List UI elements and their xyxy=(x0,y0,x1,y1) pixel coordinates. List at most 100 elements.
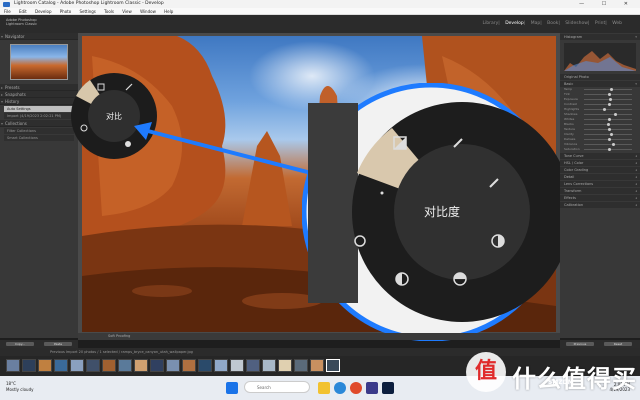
menu-photo[interactable]: Photo xyxy=(60,9,71,14)
collections-header[interactable]: ▾ Collections xyxy=(0,120,78,127)
filmstrip-thumbnail[interactable] xyxy=(278,359,292,372)
app-icon[interactable] xyxy=(366,382,378,394)
snapshots-header[interactable]: ▸ Snapshots xyxy=(0,91,78,98)
taskbar-search[interactable]: Search xyxy=(244,381,310,393)
navigator-header[interactable]: ▾ Navigator xyxy=(0,33,78,40)
lens-corrections-header[interactable]: Lens Corrections ◂ xyxy=(560,181,640,187)
module-library[interactable]: Library xyxy=(483,21,499,26)
slider-knob[interactable] xyxy=(607,123,611,126)
menu-develop[interactable]: Develop xyxy=(35,9,51,14)
radial-menu-zoomed[interactable]: 对比度 xyxy=(302,83,560,341)
presets-header[interactable]: ▸ Presets xyxy=(0,84,78,91)
original-photo-label: Original Photo xyxy=(560,74,640,80)
module-print[interactable]: Print xyxy=(595,21,605,26)
detail-header[interactable]: Detail ◂ xyxy=(560,174,640,180)
slider-knob[interactable] xyxy=(610,133,614,136)
filmstrip-thumbnail[interactable] xyxy=(326,359,340,372)
filmstrip-thumbnail[interactable] xyxy=(294,359,308,372)
slider-knob[interactable] xyxy=(608,148,611,151)
slider-knob[interactable] xyxy=(603,108,607,111)
filmstrip-thumbnail[interactable] xyxy=(198,359,212,372)
filmstrip-thumbnail[interactable] xyxy=(262,359,276,372)
collection-item[interactable]: Smart Collections xyxy=(4,135,74,141)
chrome-icon[interactable] xyxy=(350,382,362,394)
filmstrip-thumbnail[interactable] xyxy=(214,359,228,372)
filmstrip-thumbnail[interactable] xyxy=(230,359,244,372)
slider-knob[interactable] xyxy=(608,98,612,101)
filmstrip-thumbnail[interactable] xyxy=(70,359,84,372)
slider-knob[interactable] xyxy=(608,118,611,121)
lightroom-taskbar-icon[interactable] xyxy=(382,382,394,394)
filmstrip-thumbnail[interactable] xyxy=(118,359,132,372)
slider-knob[interactable] xyxy=(610,88,614,91)
module-web[interactable]: Web xyxy=(612,21,622,26)
history-item[interactable]: Import (4/19/2023 2:02:21 PM) xyxy=(4,113,74,119)
copy-button[interactable]: Copy... xyxy=(6,342,34,346)
filmstrip-thumbnail[interactable] xyxy=(38,359,52,372)
menu-settings[interactable]: Settings xyxy=(79,9,95,14)
filmstrip-thumbnail[interactable] xyxy=(102,359,116,372)
filmstrip-thumbnail[interactable] xyxy=(6,359,20,372)
window-title: Lightroom Catalog - Adobe Photoshop Ligh… xyxy=(14,1,164,6)
filmstrip-thumbnail[interactable] xyxy=(182,359,196,372)
filmstrip-thumbnail[interactable] xyxy=(54,359,68,372)
window-controls[interactable]: — ☐ ✕ xyxy=(579,0,636,8)
collection-item[interactable]: Filter Collections xyxy=(4,128,74,134)
slider-knob[interactable] xyxy=(611,143,615,146)
navigator-preview[interactable] xyxy=(10,44,68,80)
calibration-header[interactable]: Calibration ◂ xyxy=(560,202,640,208)
filmstrip-thumbnail[interactable] xyxy=(22,359,36,372)
slider-track[interactable] xyxy=(584,134,632,135)
history-item[interactable]: Auto Settings xyxy=(4,106,74,112)
filmstrip-thumbnail[interactable] xyxy=(246,359,260,372)
filmstrip-thumbnail[interactable] xyxy=(310,359,324,372)
filmstrip-thumbnail[interactable] xyxy=(86,359,100,372)
file-explorer-icon[interactable] xyxy=(318,382,330,394)
slider-track[interactable] xyxy=(584,114,632,115)
hsl-header[interactable]: HSL / Color ◂ xyxy=(560,160,640,166)
identity-line-2: Lightroom Classic xyxy=(6,22,38,26)
slider-row[interactable]: Saturation xyxy=(564,147,636,152)
color-grading-header[interactable]: Color Grading ◂ xyxy=(560,167,640,173)
transform-header[interactable]: Transform ◂ xyxy=(560,188,640,194)
menu-help[interactable]: Help xyxy=(164,9,173,14)
menu-edit[interactable]: Edit xyxy=(19,9,27,14)
menu-file[interactable]: File xyxy=(4,9,11,14)
slider-knob[interactable] xyxy=(608,103,611,106)
weather-widget[interactable]: 18°C Mostly cloudy xyxy=(6,381,34,393)
menu-tools[interactable]: Tools xyxy=(104,9,114,14)
histogram-header[interactable]: Histogram ▾ xyxy=(560,34,640,40)
soft-proofing-label[interactable]: Soft Proofing xyxy=(108,334,130,338)
slider-track[interactable] xyxy=(584,144,632,145)
slider-track[interactable] xyxy=(584,109,632,110)
previous-button[interactable]: Previous xyxy=(566,342,594,346)
slider-knob[interactable] xyxy=(608,128,611,131)
slider-track[interactable] xyxy=(584,89,632,90)
module-slideshow[interactable]: Slideshow xyxy=(565,21,588,26)
module-develop[interactable]: Develop xyxy=(505,21,524,26)
slider-knob[interactable] xyxy=(608,93,611,96)
slider-knob[interactable] xyxy=(613,113,617,116)
module-map[interactable]: Map xyxy=(531,21,541,26)
filmstrip-thumbnail[interactable] xyxy=(134,359,148,372)
edge-icon[interactable] xyxy=(334,382,346,394)
filmstrip-thumbnail[interactable] xyxy=(150,359,164,372)
slider-knob[interactable] xyxy=(608,138,611,141)
filmstrip-thumbnail[interactable] xyxy=(166,359,180,372)
menu-view[interactable]: View xyxy=(122,9,132,14)
paste-button[interactable]: Paste xyxy=(44,342,72,346)
watermark-sub: SMZDM xyxy=(548,379,574,386)
tone-curve-header[interactable]: Tone Curve ◂ xyxy=(560,153,640,159)
effects-header[interactable]: Effects ◂ xyxy=(560,195,640,201)
module-book[interactable]: Book xyxy=(547,21,558,26)
reset-button[interactable]: Reset xyxy=(604,342,632,346)
filmstrip-path[interactable]: Previous Import 20 photos / 1 selected /… xyxy=(50,350,193,354)
slider-label: Saturation xyxy=(564,147,580,151)
start-icon[interactable] xyxy=(226,382,238,394)
menu-window[interactable]: Window xyxy=(140,9,156,14)
lightroom-app-icon xyxy=(3,1,10,7)
radial-small-label: 对比 xyxy=(106,111,122,121)
history-header[interactable]: ▾ History xyxy=(0,98,78,105)
selection-dot xyxy=(380,191,384,195)
identity-plate: Adobe Photoshop Lightroom Classic xyxy=(6,18,37,26)
